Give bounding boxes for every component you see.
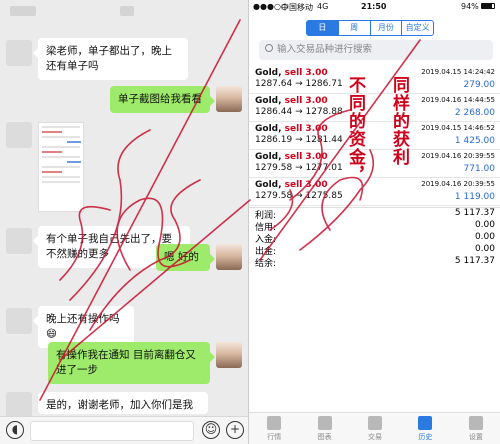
contact-avatar[interactable] bbox=[6, 122, 32, 148]
contact-avatar[interactable] bbox=[6, 308, 32, 334]
bottom-tab-bar: 行情 图表 交易 历史 设置 bbox=[249, 412, 500, 444]
image-message-thumbnail[interactable] bbox=[38, 122, 84, 212]
tab-history[interactable]: 历史 bbox=[400, 413, 450, 444]
tab-month[interactable]: 月份 bbox=[371, 21, 403, 35]
summary-profit: 利润: 5 117.37 bbox=[255, 208, 495, 221]
self-avatar[interactable] bbox=[216, 86, 242, 112]
chat-panel: 梁老师，单子都出了，晚上还有单子吗 单子截图给我看看 有个单子我自己先出了，要不… bbox=[0, 0, 248, 444]
status-bar: ●●●○○ 中国移动 4G 21:50 94% bbox=[249, 0, 500, 14]
contact-avatar[interactable] bbox=[6, 392, 32, 418]
gear-icon bbox=[468, 416, 483, 430]
contact-avatar[interactable] bbox=[6, 40, 32, 66]
clock: 21:50 bbox=[361, 2, 387, 11]
screenshot-composite: 梁老师，单子都出了，晚上还有单子吗 单子截图给我看看 有个单子我自己先出了，要不… bbox=[0, 0, 500, 444]
tab-quotes[interactable]: 行情 bbox=[249, 413, 299, 444]
carrier-label: 中国移动 bbox=[281, 3, 313, 12]
tab-settings[interactable]: 设置 bbox=[451, 413, 500, 444]
network-label: 4G bbox=[317, 2, 329, 11]
emoji-icon[interactable]: ☺ bbox=[202, 421, 220, 439]
chat-top-bar bbox=[0, 0, 248, 22]
trade-row[interactable]: Gold, sell 3.00 1287.64 → 1286.71 2019.0… bbox=[249, 66, 500, 94]
quotes-icon bbox=[267, 416, 282, 430]
caption-line-1: 同样的获利 bbox=[389, 76, 409, 166]
chat-bubble-outgoing: 嗯 好的 bbox=[156, 244, 215, 271]
tab-custom[interactable]: 自定义 bbox=[402, 21, 433, 35]
search-icon bbox=[265, 44, 273, 52]
period-segmented-control: 日 周 月份 自定义 bbox=[306, 20, 434, 36]
trading-app-screen: ●●●○○ 中国移动 4G 21:50 94% 日 周 月份 自定义 输入交易品… bbox=[248, 0, 500, 444]
chat-bubble-outgoing: 单子截图给我看看 bbox=[110, 86, 215, 113]
tab-charts[interactable]: 图表 bbox=[299, 413, 349, 444]
chart-icon bbox=[317, 416, 332, 430]
tab-trade[interactable]: 交易 bbox=[350, 413, 400, 444]
self-avatar[interactable] bbox=[216, 342, 242, 368]
trade-history-list: Gold, sell 3.00 1287.64 → 1286.71 2019.0… bbox=[249, 66, 500, 206]
summary-deposit: 入金: 0.00 bbox=[255, 232, 495, 245]
chat-input-bar: ◖ ☺ + bbox=[0, 416, 248, 444]
chat-bubble-outgoing: 有操作我在通知 目前离翻仓又进了一步 bbox=[48, 342, 215, 384]
trade-row[interactable]: Gold, sell 3.00 1279.58 → 1275.85 2019.0… bbox=[249, 178, 500, 206]
chat-bubble-incoming: 梁老师，单子都出了，晚上还有单子吗 bbox=[33, 38, 188, 80]
message-input[interactable] bbox=[30, 421, 194, 441]
caption-line-2: 不同的资金， bbox=[345, 76, 365, 184]
summary-credit: 信用: 0.00 bbox=[255, 220, 495, 233]
search-placeholder: 输入交易品种进行搜索 bbox=[277, 44, 373, 55]
symbol-search-input[interactable]: 输入交易品种进行搜索 bbox=[259, 40, 493, 60]
trade-row[interactable]: Gold, sell 3.00 1286.19 → 1281.44 2019.0… bbox=[249, 122, 500, 150]
battery-icon bbox=[481, 3, 495, 9]
tab-day[interactable]: 日 bbox=[307, 21, 339, 35]
summary-balance: 结余: 5 117.37 bbox=[255, 256, 495, 269]
plus-icon[interactable]: + bbox=[226, 421, 244, 439]
trade-row[interactable]: Gold, sell 3.00 1286.44 → 1278.88 2019.0… bbox=[249, 94, 500, 122]
history-icon bbox=[418, 416, 433, 430]
voice-icon[interactable]: ◖ bbox=[6, 421, 24, 439]
account-summary: 利润: 5 117.37 信用: 0.00 入金: 0.00 出金: 0.00 结余: 5… bbox=[249, 207, 500, 269]
battery-label: 94% bbox=[461, 2, 479, 11]
chat-bubble-incoming: 是的，谢谢老师，加入你们是我做 bbox=[38, 392, 208, 414]
trade-icon bbox=[368, 416, 383, 430]
summary-withdrawal: 出金: 0.00 bbox=[255, 244, 495, 257]
trade-row[interactable]: Gold, sell 3.00 1279.58 → 1277.01 2019.0… bbox=[249, 150, 500, 178]
contact-avatar[interactable] bbox=[6, 228, 32, 254]
tab-week[interactable]: 周 bbox=[339, 21, 371, 35]
self-avatar[interactable] bbox=[216, 244, 242, 270]
